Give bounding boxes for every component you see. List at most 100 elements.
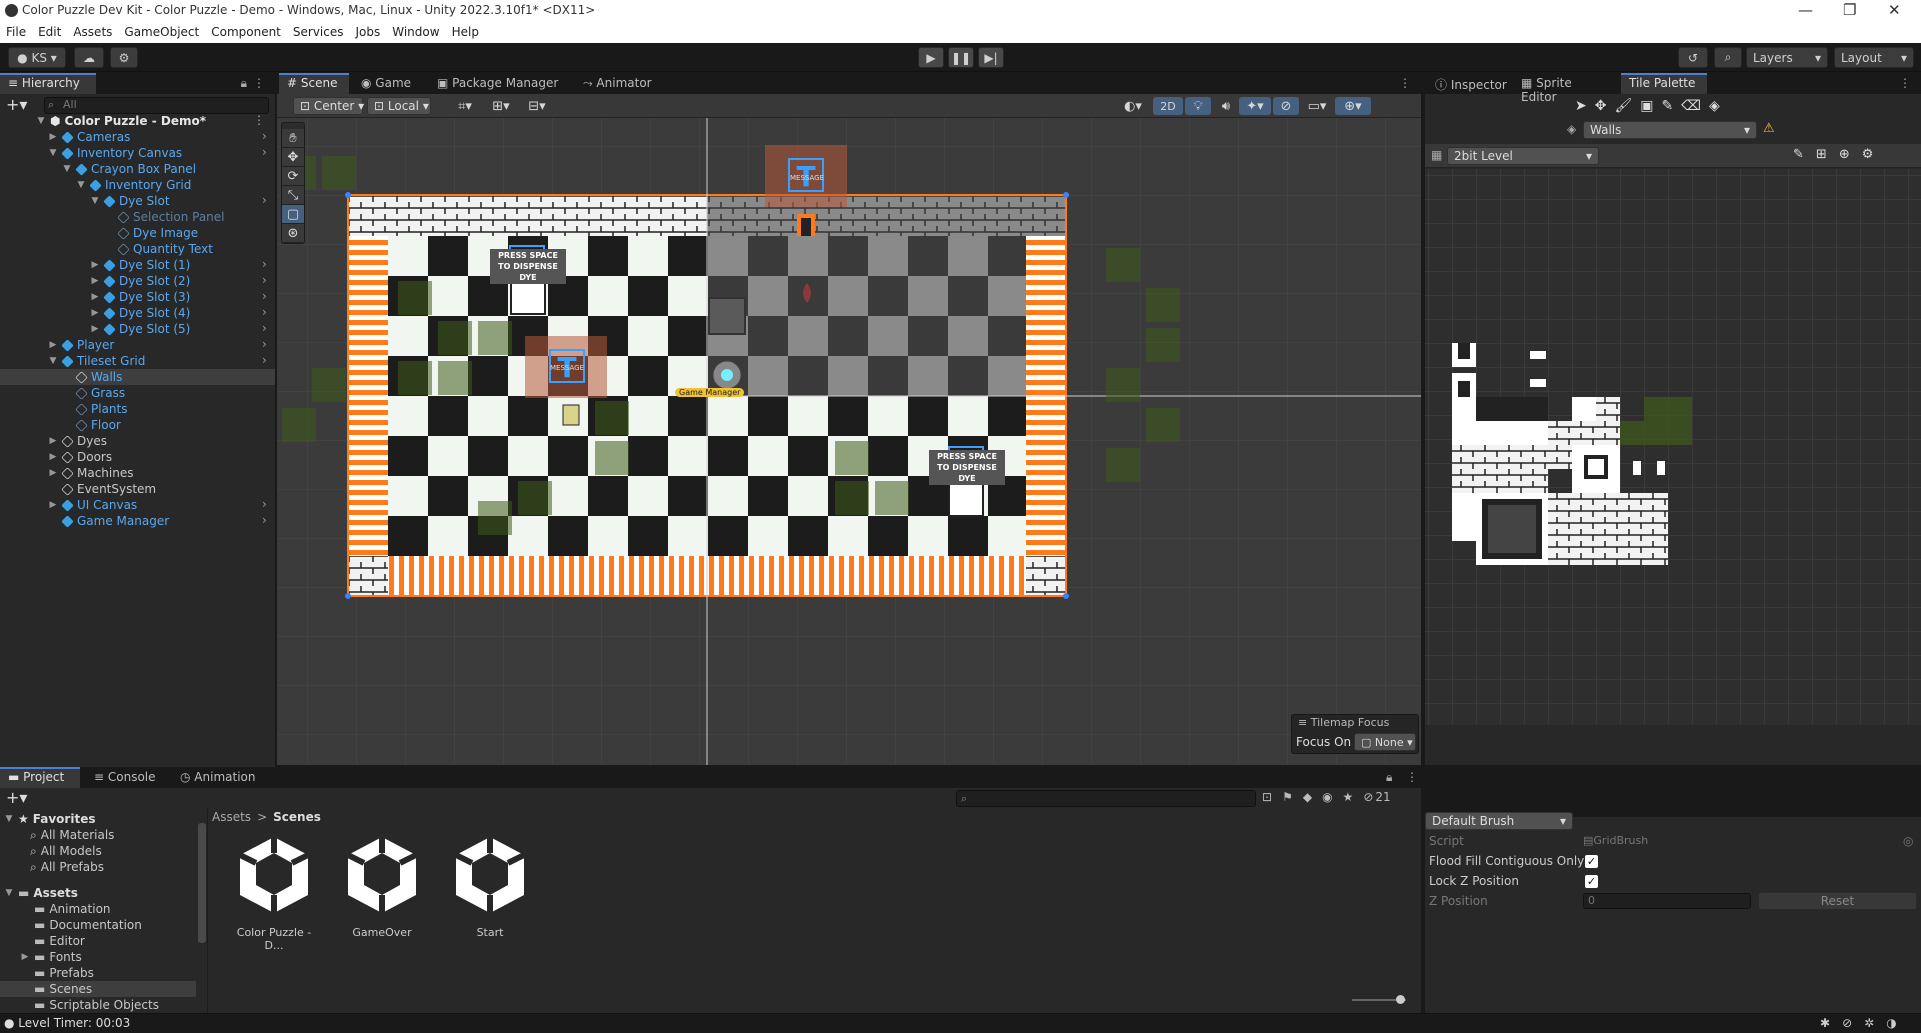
tab-game[interactable]: ◉ Game — [353, 73, 423, 94]
expand-chevron-icon[interactable]: › — [262, 129, 267, 143]
scale-tool-icon[interactable]: ⤡ — [282, 186, 304, 205]
hand-tool-icon[interactable]: ✋︎ — [282, 129, 304, 148]
scene-filter-icon[interactable]: ⊡ — [1262, 790, 1272, 804]
gizmos-icon[interactable]: ⊕▾ — [1335, 97, 1371, 115]
transform-tool-icon[interactable]: ⊛ — [282, 224, 304, 243]
expand-chevron-icon[interactable]: › — [262, 273, 267, 287]
reset-button[interactable]: Reset — [1758, 892, 1917, 910]
fill-icon[interactable]: ◈ — [1709, 98, 1720, 118]
hierarchy-item-dye-slot-5[interactable]: ▶ Dye Slot (5) — [90, 321, 191, 337]
move-tool-icon[interactable]: ✥ — [282, 148, 304, 167]
cache-icon[interactable]: ⊘ — [1842, 1016, 1852, 1030]
hierarchy-item-game-manager[interactable]: Game Manager — [48, 513, 169, 529]
tab-hierarchy[interactable]: ≡ Hierarchy — [0, 73, 96, 94]
hierarchy-item-eventsystem[interactable]: EventSystem — [48, 481, 156, 497]
kebab-menu-icon[interactable]: ⋮ — [1899, 76, 1911, 90]
breadcrumb-assets[interactable]: Assets — [212, 810, 251, 824]
target-icon[interactable]: ◎ — [1903, 834, 1913, 848]
hierarchy-item-dye-slot-4[interactable]: ▶ Dye Slot (4) — [90, 305, 191, 321]
lighting-icon[interactable]: 💡︎ — [1185, 97, 1211, 115]
flood-fill-checkbox[interactable]: ✓ — [1585, 855, 1598, 868]
tab-package-manager[interactable]: ▣ Package Manager — [429, 73, 569, 94]
scene-asset[interactable]: Color Puzzle - D... — [226, 833, 322, 952]
menu-assets[interactable]: Assets — [67, 22, 118, 43]
palette-dropdown[interactable]: 2bit Level ▾ — [1447, 147, 1599, 165]
favorite-item[interactable]: ⌕ All Materials — [30, 827, 114, 843]
label-filter-icon[interactable]: ◆ — [1303, 790, 1312, 804]
camera-settings-icon[interactable]: ▭▾ — [1301, 97, 1333, 115]
rect-tool-icon[interactable]: ▢ — [282, 205, 304, 224]
audio-icon[interactable]: 🔊︎ — [1213, 97, 1239, 115]
expand-chevron-icon[interactable]: › — [262, 145, 267, 159]
kebab-menu-icon[interactable]: ⋮ — [253, 76, 265, 90]
hierarchy-item-floor[interactable]: Floor — [62, 417, 121, 433]
hierarchy-item-tileset-grid[interactable]: ▼ Tileset Grid — [48, 353, 146, 369]
collab-icon[interactable]: ⚙ — [110, 47, 138, 68]
favorite-item[interactable]: ⌕ All Prefabs — [30, 859, 104, 875]
hierarchy-item-doors[interactable]: ▶ Doors — [48, 449, 113, 465]
folder-item[interactable]: ▬ Scriptable Objects — [20, 997, 159, 1013]
expand-chevron-icon[interactable]: › — [262, 321, 267, 335]
cloud-icon[interactable]: ☁ — [74, 47, 104, 68]
paint-brush-icon[interactable]: 🖌︎ — [1614, 98, 1632, 118]
step-button[interactable]: ▶| — [978, 47, 1004, 68]
layers-dropdown[interactable]: Layers ▾ — [1746, 47, 1828, 68]
handle-br[interactable] — [1063, 593, 1069, 599]
menu-gameobject[interactable]: GameObject — [118, 22, 205, 43]
grid-visibility-icon[interactable]: ⊞▾ — [485, 97, 517, 115]
lock-icon[interactable]: 🔒︎ — [1386, 770, 1392, 785]
kebab-menu-icon[interactable]: ⋮ — [1399, 76, 1411, 90]
hierarchy-item-plants[interactable]: Plants — [62, 401, 128, 417]
create-icon[interactable]: +▾ — [6, 788, 27, 807]
favorite-item[interactable]: ⌕ All Models — [30, 843, 102, 859]
hierarchy-item-quantity-text[interactable]: Quantity Text — [104, 241, 213, 257]
hierarchy-item-crayon-box-panel[interactable]: ▼ Crayon Box Panel — [62, 161, 197, 177]
minimize-icon[interactable]: — — [1798, 1, 1813, 19]
pivot-dropdown[interactable]: ⊡ Center ▾ — [293, 97, 364, 115]
expand-chevron-icon[interactable]: › — [262, 497, 267, 511]
bug-icon[interactable]: ✱ — [1820, 1016, 1830, 1030]
expand-chevron-icon[interactable]: › — [262, 337, 267, 351]
folder-item[interactable]: ▬ Editor — [20, 933, 85, 949]
gizmo-icon[interactable]: ⊕ — [1839, 147, 1850, 162]
history-icon[interactable]: ↺ — [1678, 47, 1708, 68]
tab-console[interactable]: ≡ Console — [86, 767, 166, 788]
folder-item[interactable]: ▶ ▬ Fonts — [20, 949, 82, 965]
expand-chevron-icon[interactable]: › — [262, 305, 267, 319]
palette-grid[interactable] — [1425, 169, 1921, 725]
hidden-packages-icon[interactable]: ⊘ — [1363, 790, 1373, 804]
expand-chevron-icon[interactable]: › — [262, 257, 267, 271]
draw-mode-icon[interactable]: ◐▾ — [1117, 97, 1149, 115]
hierarchy-item-machines[interactable]: ▶ Machines — [48, 465, 134, 481]
breadcrumb-scenes[interactable]: Scenes — [273, 810, 321, 824]
eraser-icon[interactable]: ⌫ — [1681, 98, 1701, 118]
tab-project[interactable]: ▬ Project — [0, 767, 80, 788]
network-icon[interactable]: ✲ — [1864, 1016, 1874, 1030]
rotate-tool-icon[interactable]: ⟳ — [282, 167, 304, 186]
brush-dropdown[interactable]: Default Brush ▾ — [1425, 812, 1573, 830]
increment-snap-icon[interactable]: ⊟▾ — [521, 97, 553, 115]
menu-jobs[interactable]: Jobs — [350, 22, 387, 43]
tree-scrollbar[interactable] — [198, 823, 206, 943]
hierarchy-item-player[interactable]: ▶ Player — [48, 337, 115, 353]
expand-chevron-icon[interactable]: › — [262, 353, 267, 367]
tab-animation[interactable]: ◷ Animation — [172, 767, 262, 788]
expand-chevron-icon[interactable]: › — [262, 289, 267, 303]
z-position-input[interactable]: 0 — [1583, 893, 1751, 909]
folder-item[interactable]: ▬ Animation — [20, 901, 111, 917]
menu-help[interactable]: Help — [446, 22, 485, 43]
hierarchy-item-dye-slot-3[interactable]: ▶ Dye Slot (3) — [90, 289, 191, 305]
hierarchy-item-dye-image[interactable]: Dye Image — [104, 225, 198, 241]
handle-tl[interactable] — [345, 192, 351, 198]
hierarchy-item-inventory-grid[interactable]: ▼ Inventory Grid — [76, 177, 192, 193]
type-filter-icon[interactable]: ⚑ — [1282, 790, 1293, 804]
tab-tile-palette[interactable]: Tile Palette — [1621, 73, 1707, 94]
handle-bl[interactable] — [345, 593, 351, 599]
lock-icon[interactable]: 🔒︎ — [241, 76, 247, 91]
scene-viewport[interactable]: T T T T PRESS SPACE TO DISPENSE DYE PRES… — [277, 118, 1421, 765]
edit-icon[interactable]: ✎ — [1793, 147, 1804, 162]
tab-sprite-editor[interactable]: ▦ Sprite Editor — [1513, 73, 1617, 104]
hierarchy-item-cameras[interactable]: ▶ Cameras — [48, 129, 131, 145]
handle-tr[interactable] — [1063, 192, 1069, 198]
progress-icon[interactable]: ◑ — [1886, 1016, 1896, 1030]
